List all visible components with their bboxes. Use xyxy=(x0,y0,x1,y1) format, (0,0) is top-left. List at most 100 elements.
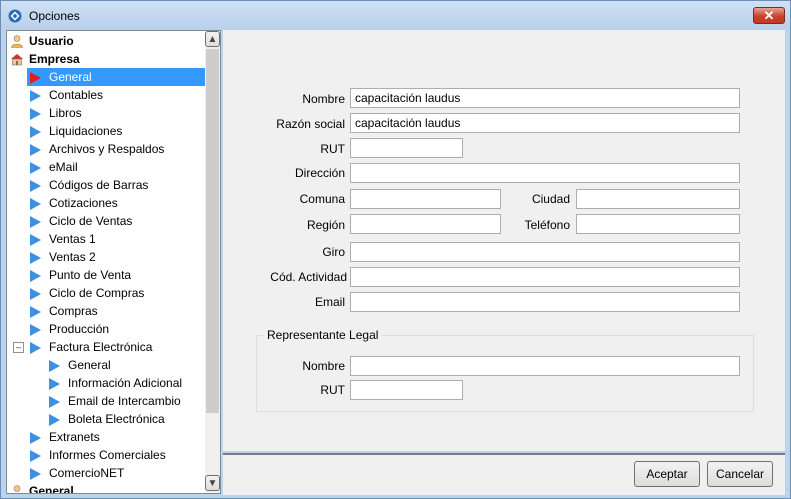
direccion-input[interactable] xyxy=(350,163,740,183)
representante-legal-title: Representante Legal xyxy=(263,328,383,342)
direccion-label: Dirección xyxy=(294,166,345,180)
close-button[interactable]: ✕ xyxy=(753,7,785,24)
tree-item-label: Extranets xyxy=(49,430,100,444)
region-label: Región xyxy=(306,218,345,232)
tree-item[interactable]: Ventas 2 xyxy=(7,248,205,266)
tree-item[interactable]: Usuario xyxy=(7,32,205,50)
arrow-right-icon xyxy=(30,144,41,156)
tree-item[interactable]: Punto de Venta xyxy=(7,266,205,284)
tree-item-label: Cotizaciones xyxy=(49,196,118,210)
tree-item-label: Usuario xyxy=(29,34,74,48)
tree-item-label: ComercioNET xyxy=(49,466,125,480)
tree-item-label: Archivos y Respaldos xyxy=(49,142,165,156)
tree-item[interactable]: Email de Intercambio xyxy=(7,392,205,410)
tree-item[interactable]: General xyxy=(7,356,205,374)
tree-item[interactable]: Ciclo de Ventas xyxy=(7,212,205,230)
tree-item[interactable]: Ventas 1 xyxy=(7,230,205,248)
close-icon: ✕ xyxy=(763,8,775,23)
representante-nombre-label: Nombre xyxy=(302,359,345,373)
tree-item[interactable]: eMail xyxy=(7,158,205,176)
tree-item-label: General xyxy=(68,358,111,372)
rut-label: RUT xyxy=(320,142,345,156)
accept-button[interactable]: Aceptar xyxy=(634,461,700,487)
scroll-up-icon[interactable]: ▲ xyxy=(205,31,220,47)
tree-item-label: Contables xyxy=(49,88,104,102)
tree-item[interactable]: Empresa xyxy=(7,50,205,68)
tree-item[interactable]: Códigos de Barras xyxy=(7,176,205,194)
arrow-right-icon xyxy=(49,378,60,390)
arrow-right-icon xyxy=(30,324,41,336)
arrow-right-icon xyxy=(30,468,41,480)
arrow-right-icon xyxy=(30,180,41,192)
telefono-input[interactable] xyxy=(576,214,740,234)
tree-item[interactable]: Libros xyxy=(7,104,205,122)
tree-item[interactable]: Compras xyxy=(7,302,205,320)
tree-item-label: Boleta Electrónica xyxy=(68,412,165,426)
comuna-input[interactable] xyxy=(350,189,501,209)
giro-input[interactable] xyxy=(350,242,740,262)
representante-rut-label: RUT xyxy=(320,383,345,397)
tree-item-label: Libros xyxy=(49,106,82,120)
tree-item-label: Punto de Venta xyxy=(49,268,132,282)
arrow-right-icon xyxy=(30,198,41,210)
scroll-down-icon[interactable]: ▼ xyxy=(205,475,220,491)
codigo-actividad-label: Cód. Actividad xyxy=(270,270,347,284)
title-bar[interactable]: Opciones ✕ xyxy=(1,1,790,30)
tree-item[interactable]: Cotizaciones xyxy=(7,194,205,212)
app-logo-icon xyxy=(8,9,22,23)
ciudad-label: Ciudad xyxy=(531,192,570,206)
user-icon xyxy=(11,35,23,48)
tree-item-label: Ventas 1 xyxy=(49,232,96,246)
tree-item[interactable]: Producción xyxy=(7,320,205,338)
arrow-right-icon xyxy=(30,234,41,246)
representante-nombre-input[interactable] xyxy=(350,356,740,376)
nombre-input[interactable] xyxy=(350,88,740,108)
arrow-right-icon xyxy=(49,360,60,372)
arrow-right-icon xyxy=(30,90,41,102)
ciudad-input[interactable] xyxy=(576,189,740,209)
tree-item[interactable]: Liquidaciones xyxy=(7,122,205,140)
razon-social-input[interactable] xyxy=(350,113,740,133)
options-tree[interactable]: General ComercioNET Informes Comerciales Ex… xyxy=(6,30,221,494)
tree-item-label: General xyxy=(29,484,74,494)
tree-scrollbar[interactable]: ▲ ▼ xyxy=(205,31,220,493)
representante-rut-input[interactable] xyxy=(350,380,463,400)
razon-social-label: Razón social xyxy=(276,117,345,131)
tree-item[interactable]: ComercioNET xyxy=(7,464,205,482)
scrollbar-thumb[interactable] xyxy=(206,49,219,413)
tree-item-label: Compras xyxy=(49,304,98,318)
tree-item[interactable]: Informes Comerciales xyxy=(7,446,205,464)
tree-item-label: Ciclo de Compras xyxy=(49,286,145,300)
codigo-actividad-input[interactable] xyxy=(350,267,740,287)
tree-item[interactable]: Archivos y Respaldos xyxy=(7,140,205,158)
email-input[interactable] xyxy=(350,292,740,312)
tree-item[interactable]: General xyxy=(7,482,205,494)
arrow-right-icon xyxy=(49,414,60,426)
arrow-right-icon xyxy=(30,216,41,228)
tree-item[interactable]: Información Adicional xyxy=(7,374,205,392)
collapse-icon[interactable]: – xyxy=(13,342,24,353)
comuna-label: Comuna xyxy=(299,192,345,206)
tree-item-label: Producción xyxy=(49,322,110,336)
tree-item-label: Códigos de Barras xyxy=(49,178,149,192)
giro-label: Giro xyxy=(322,245,345,259)
tree-item[interactable]: Boleta Electrónica xyxy=(7,410,205,428)
tree-item[interactable]: General xyxy=(27,68,205,86)
arrow-right-icon xyxy=(30,270,41,282)
arrow-right-icon xyxy=(30,288,41,300)
tree-item[interactable]: Contables xyxy=(7,86,205,104)
user-icon xyxy=(13,485,21,492)
tree-item-label: Ventas 2 xyxy=(49,250,96,264)
arrow-right-icon xyxy=(30,306,41,318)
region-input[interactable] xyxy=(350,214,501,234)
telefono-label: Teléfono xyxy=(524,218,570,232)
rut-input[interactable] xyxy=(350,138,463,158)
cancel-button[interactable]: Cancelar xyxy=(707,461,773,487)
tree-item-label: General xyxy=(49,70,92,84)
company-icon xyxy=(11,54,23,66)
tree-item[interactable]: Extranets xyxy=(7,428,205,446)
tree-item[interactable]: – Factura Electrónica xyxy=(7,338,205,356)
tree-item[interactable]: Ciclo de Compras xyxy=(7,284,205,302)
tree-item-label: Liquidaciones xyxy=(49,124,123,138)
dialog-footer xyxy=(223,453,785,495)
